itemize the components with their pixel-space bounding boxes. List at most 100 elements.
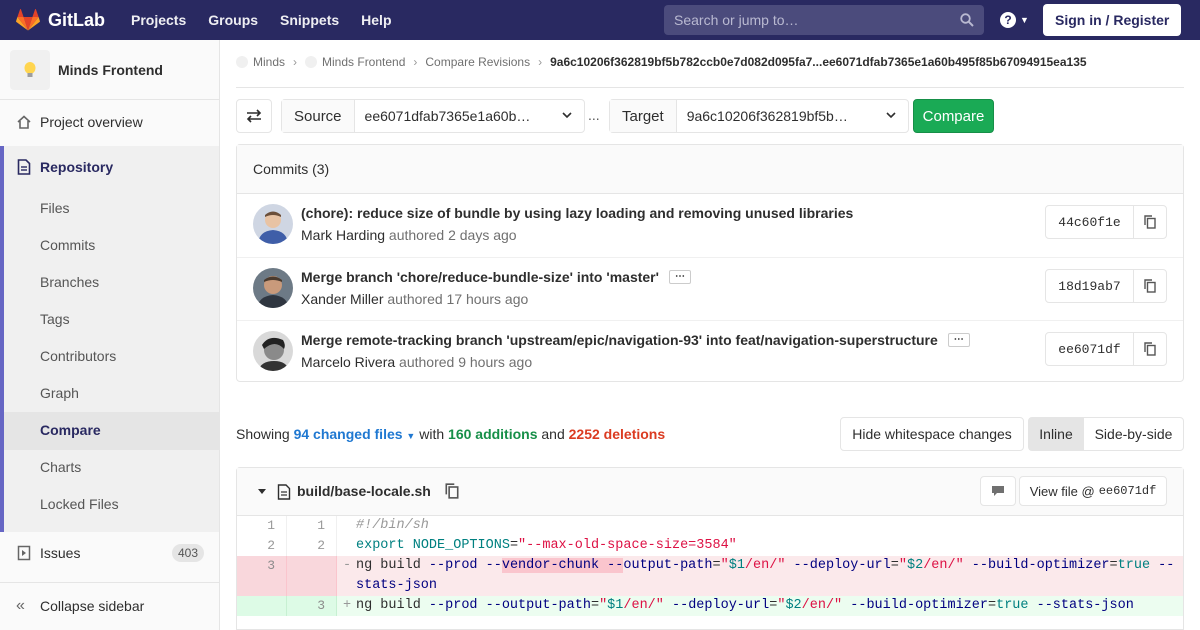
commit-sha-link[interactable]: ee6071df [1046,333,1134,365]
signin-button[interactable]: Sign in / Register [1043,4,1182,36]
breadcrumb-item-compare[interactable]: Compare Revisions [425,55,530,69]
code-token: --deploy-url [785,558,891,573]
breadcrumb-item-project[interactable]: Minds Frontend [322,55,405,69]
nav-link-projects[interactable]: Projects [131,12,186,28]
document-icon [17,159,31,175]
commit-title[interactable]: Merge remote-tracking branch 'upstream/e… [301,332,970,348]
sidebar-item-locked-files[interactable]: Locked Files [40,496,119,512]
avatar[interactable] [253,268,293,308]
sidebar-item-contributors[interactable]: Contributors [40,348,116,364]
sidebar-item-commits[interactable]: Commits [40,237,95,253]
swap-revisions-button[interactable] [236,99,272,133]
search-input[interactable]: Search or jump to… [664,5,984,35]
search-icon [960,13,974,27]
commit-title-text[interactable]: Merge branch 'chore/reduce-bundle-size' … [301,269,659,285]
code-token: --prod [428,558,478,573]
group-avatar-icon [236,56,248,68]
commit-sha-link[interactable]: 18d19ab7 [1046,270,1134,302]
new-line-number[interactable]: 2 [287,536,337,556]
diff-code: ng build --prod --vendor-chunk --output-… [337,556,1183,596]
code-token: /en/" [623,598,664,613]
target-selector[interactable]: Target 9a6c10206f362819bf5b… [609,99,909,133]
old-line-number[interactable]: 3 [237,556,287,596]
commit-sha-group: 44c60f1e [1045,205,1167,239]
help-dropdown[interactable]: ? ▼ [1000,12,1029,28]
avatar[interactable] [253,204,293,244]
commit-title[interactable]: Merge branch 'chore/reduce-bundle-size' … [301,269,691,285]
copy-icon [1144,342,1156,356]
avatar[interactable] [253,331,293,371]
deletions-count: 2252 deletions [568,426,666,442]
breadcrumb-item-minds[interactable]: Minds [253,55,285,69]
sidebar-item-graph[interactable]: Graph [40,385,79,401]
gitlab-logo[interactable]: GitLab [16,9,105,31]
commit-title-text[interactable]: (chore): reduce size of bundle by using … [301,205,853,221]
toggle-comments-button[interactable] [980,476,1016,506]
nav-link-groups[interactable]: Groups [208,12,258,28]
caret-down-icon[interactable] [257,488,267,496]
chevron-down-icon [886,112,896,119]
view-file-button[interactable]: View file @ ee6071df [1019,476,1167,506]
code-token: = [890,558,899,573]
sidebar-item-repository[interactable]: Repository [0,157,219,177]
collapse-sidebar-button[interactable]: « Collapse sidebar [0,582,219,630]
source-selector[interactable]: Source ee6071dfab7365e1a60b… [281,99,585,133]
old-line-number[interactable]: 1 [237,516,287,536]
code-token: --build-optimizer [842,598,988,613]
commit-title-text[interactable]: Merge remote-tracking branch 'upstream/e… [301,332,938,348]
old-line-number[interactable]: 2 [237,536,287,556]
sidebar-item-project-overview[interactable]: Project overview [0,112,219,132]
copy-sha-button[interactable] [1134,270,1166,302]
old-line-number[interactable] [237,596,287,616]
compare-button[interactable]: Compare [913,99,994,133]
new-line-number[interactable]: 3 [287,596,337,616]
source-label: Source [282,100,355,132]
swap-arrows-icon [246,109,262,123]
file-path[interactable]: build/base-locale.sh [297,483,431,499]
expand-commit-message-button[interactable]: ⋯ [668,270,691,284]
source-value: ee6071dfab7365e1a60b… [364,108,531,124]
breadcrumb-current[interactable]: 9a6c10206f362819bf5b782ccb0e7d082d095fa7… [550,55,1086,69]
new-line-number[interactable]: 1 [287,516,337,536]
diff-stats: Showing 94 changed files ▼ with 160 addi… [236,426,665,442]
code-token: output-path [623,558,713,573]
changed-files-dropdown[interactable]: 94 changed files ▼ [294,426,416,442]
commit-sha-link[interactable]: 44c60f1e [1046,206,1134,238]
commit-row: (chore): reduce size of bundle by using … [237,194,1183,257]
nav-link-help[interactable]: Help [361,12,391,28]
code-token: -- [1150,558,1175,573]
inline-view-button[interactable]: Inline [1029,418,1084,450]
commit-author[interactable]: Mark Harding [301,227,385,243]
code-token: --build-optimizer [963,558,1110,573]
commit-title[interactable]: (chore): reduce size of bundle by using … [301,205,853,221]
source-dropdown[interactable]: ee6071dfab7365e1a60b… [355,100,584,132]
file-header[interactable]: build/base-locale.sh View file @ ee6071d… [237,468,1183,516]
commit-meta: Xander Miller authored 17 hours ago [301,291,528,307]
sidebar-item-charts[interactable]: Charts [40,459,81,475]
code-token: = [1109,558,1118,573]
commit-author[interactable]: Marcelo Rivera [301,354,395,370]
code-token: = [712,558,721,573]
sidebar-item-branches[interactable]: Branches [40,274,99,290]
sidebar-project-header[interactable]: Minds Frontend [0,40,219,100]
nav-link-snippets[interactable]: Snippets [280,12,339,28]
expand-commit-message-button[interactable]: ⋯ [947,333,970,347]
stats-with: with [419,426,445,442]
file-icon [277,484,291,500]
target-dropdown[interactable]: 9a6c10206f362819bf5b… [677,100,908,132]
sidebar-item-issues[interactable]: Issues 403 [0,543,219,563]
copy-sha-button[interactable] [1134,333,1166,365]
code-token: true [996,598,1029,613]
copy-sha-button[interactable] [1134,206,1166,238]
sidebar-item-files[interactable]: Files [40,200,70,216]
hide-whitespace-button[interactable]: Hide whitespace changes [840,417,1024,451]
sidebar-item-compare[interactable]: Compare [40,422,101,438]
divider [236,87,1184,88]
copy-icon[interactable] [445,483,459,499]
new-line-number[interactable] [287,556,337,596]
stats-and: and [541,426,565,442]
code-token: ng build [356,558,429,573]
commit-author[interactable]: Xander Miller [301,291,383,307]
sidebar-item-tags[interactable]: Tags [40,311,70,327]
side-by-side-view-button[interactable]: Side-by-side [1084,418,1183,450]
